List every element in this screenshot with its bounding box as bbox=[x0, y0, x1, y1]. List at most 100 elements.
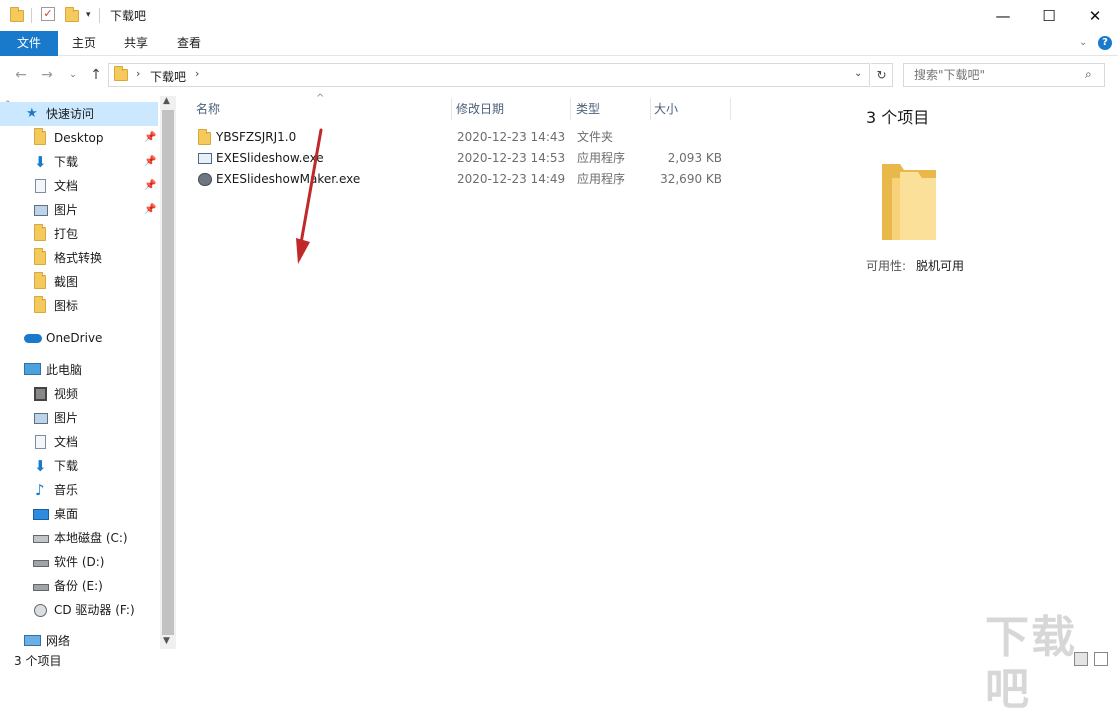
scroll-up-icon[interactable]: ▲ bbox=[163, 96, 170, 106]
properties-icon[interactable]: ✓ bbox=[41, 7, 55, 21]
folder-icon bbox=[34, 296, 48, 313]
ribbon-expand-icon[interactable]: ⌄ bbox=[1079, 37, 1087, 48]
file-date: 2020-12-23 14:49 bbox=[457, 172, 566, 186]
address-dropdown-icon[interactable]: ⌄ bbox=[854, 68, 862, 79]
refresh-button[interactable]: ↻ bbox=[871, 63, 893, 87]
file-row[interactable]: EXESlideshowMaker.exe 2020-12-23 14:49 应… bbox=[178, 169, 738, 190]
file-type: 应用程序 bbox=[577, 151, 626, 165]
window-title: 下载吧 bbox=[110, 9, 147, 23]
sidebar-item-drive-f[interactable]: CD 驱动器 (F:) bbox=[0, 598, 158, 622]
cloud-icon bbox=[24, 334, 42, 343]
music-note-icon: ♪ bbox=[35, 481, 45, 499]
annotation-arrow-icon bbox=[296, 128, 323, 264]
pin-icon: 📌 bbox=[144, 156, 157, 167]
sidebar-item-downloads[interactable]: ⬇ 下载 📌 bbox=[0, 150, 158, 174]
sidebar-item-label: 格式转换 bbox=[54, 251, 103, 265]
status-bar: 3 个项目 bbox=[0, 649, 1118, 671]
drive-icon bbox=[33, 584, 49, 591]
breadcrumb-chevron-icon[interactable]: › bbox=[136, 67, 140, 80]
breadcrumb-item[interactable]: 下载吧 bbox=[150, 68, 186, 85]
customize-toolbar-icon[interactable]: ▾ bbox=[86, 10, 91, 20]
help-icon[interactable]: ? bbox=[1098, 36, 1112, 50]
application-icon bbox=[198, 153, 212, 164]
sidebar-item-desktop[interactable]: Desktop 📌 bbox=[0, 126, 158, 150]
up-arrow-icon[interactable]: ↑ bbox=[87, 66, 105, 84]
picture-icon bbox=[34, 413, 48, 424]
sidebar-item-format-convert[interactable]: 格式转换 bbox=[0, 246, 158, 270]
recent-chevron-icon[interactable]: ⌄ bbox=[64, 66, 82, 84]
search-input[interactable] bbox=[912, 64, 1082, 86]
file-row[interactable]: YBSFZSJRJ1.0 2020-12-23 14:43 文件夹 bbox=[178, 127, 738, 148]
sidebar-item-label: CD 驱动器 (F:) bbox=[54, 603, 135, 617]
tab-share[interactable]: 共享 bbox=[114, 31, 158, 56]
sidebar-item-label: 打包 bbox=[54, 227, 79, 241]
file-row[interactable]: EXESlideshow.exe 2020-12-23 14:53 应用程序 2… bbox=[178, 148, 738, 169]
sidebar-item-drive-d[interactable]: 软件 (D:) bbox=[0, 550, 158, 574]
sidebar-item-label: 图片 bbox=[54, 411, 79, 425]
minimize-button[interactable]: — bbox=[980, 0, 1026, 31]
sidebar-item-network[interactable]: 网络 bbox=[0, 629, 158, 649]
file-type: 文件夹 bbox=[577, 130, 614, 144]
address-bar[interactable]: › 下载吧 › ⌄ bbox=[108, 63, 870, 87]
back-arrow-icon[interactable]: ← bbox=[12, 66, 30, 84]
pin-icon: 📌 bbox=[144, 132, 157, 143]
desktop-icon bbox=[33, 509, 49, 520]
sidebar-item-label: 桌面 bbox=[54, 507, 79, 521]
tab-view[interactable]: 查看 bbox=[167, 31, 211, 56]
network-icon bbox=[24, 635, 41, 646]
sidebar-item-onedrive[interactable]: OneDrive bbox=[0, 326, 158, 350]
divider bbox=[31, 8, 32, 23]
sidebar-item-icons[interactable]: 图标 bbox=[0, 294, 158, 318]
sidebar-item-quick-access[interactable]: ★ 快速访问 bbox=[0, 102, 158, 126]
sidebar-item-pack[interactable]: 打包 bbox=[0, 222, 158, 246]
tab-file[interactable]: 文件 bbox=[0, 31, 58, 56]
nav-scrollbar[interactable]: ▲ ▼ bbox=[160, 96, 176, 649]
search-box[interactable]: ⌕ bbox=[903, 63, 1105, 87]
column-header-date[interactable]: 修改日期 bbox=[438, 96, 570, 122]
scrollbar-thumb[interactable] bbox=[162, 110, 174, 635]
maximize-button[interactable]: ☐ bbox=[1026, 0, 1072, 31]
sidebar-item-desktop-pc[interactable]: 桌面 bbox=[0, 502, 158, 526]
column-header-size[interactable]: 大小 bbox=[636, 96, 726, 122]
sidebar-item-drive-c[interactable]: 本地磁盘 (C:) bbox=[0, 526, 158, 550]
sidebar-item-drive-e[interactable]: 备份 (E:) bbox=[0, 574, 158, 598]
scroll-down-icon[interactable]: ▼ bbox=[163, 636, 170, 646]
sidebar-item-pc-downloads[interactable]: ⬇ 下载 bbox=[0, 454, 158, 478]
sidebar-item-label: 图片 bbox=[54, 203, 79, 217]
sidebar-item-label: 音乐 bbox=[54, 483, 79, 497]
sidebar-item-label: Desktop bbox=[54, 131, 104, 145]
computer-icon bbox=[24, 363, 41, 375]
tab-home[interactable]: 主页 bbox=[62, 31, 106, 56]
sidebar-item-music[interactable]: ♪ 音乐 bbox=[0, 478, 158, 502]
download-arrow-icon: ⬇ bbox=[34, 457, 47, 475]
sidebar-item-label: 文档 bbox=[54, 179, 79, 193]
column-divider[interactable] bbox=[730, 98, 731, 120]
new-folder-icon[interactable] bbox=[65, 7, 79, 22]
sidebar-item-pc-documents[interactable]: 文档 bbox=[0, 430, 158, 454]
file-size: 2,093 KB bbox=[667, 151, 722, 165]
divider bbox=[99, 8, 100, 23]
sidebar-item-videos[interactable]: 视频 bbox=[0, 382, 158, 406]
search-icon[interactable]: ⌕ bbox=[1085, 67, 1092, 82]
pin-icon: 📌 bbox=[144, 204, 157, 215]
sidebar-item-label: 此电脑 bbox=[46, 363, 83, 377]
forward-arrow-icon[interactable]: → bbox=[38, 66, 56, 84]
sidebar-item-this-pc[interactable]: 此电脑 bbox=[0, 358, 158, 382]
close-button[interactable]: ✕ bbox=[1072, 0, 1118, 31]
status-item-count: 3 个项目 bbox=[14, 654, 62, 668]
column-header-type[interactable]: 类型 bbox=[558, 96, 648, 122]
sidebar-item-label: 文档 bbox=[54, 435, 79, 449]
sidebar-item-label: 截图 bbox=[54, 275, 79, 289]
item-count: 3 个项目 bbox=[866, 108, 930, 127]
star-icon: ★ bbox=[26, 106, 38, 121]
sidebar-item-pictures[interactable]: 图片 📌 bbox=[0, 198, 158, 222]
sidebar-item-screenshots[interactable]: 截图 bbox=[0, 270, 158, 294]
sidebar-item-label: 网络 bbox=[46, 634, 71, 648]
column-header-name[interactable]: 名称 bbox=[178, 96, 452, 122]
breadcrumb-chevron-icon[interactable]: › bbox=[195, 67, 199, 80]
sidebar-item-documents[interactable]: 文档 📌 bbox=[0, 174, 158, 198]
address-row: ← → ⌄ ↑ › 下载吧 › ⌄ ↻ ⌕ bbox=[0, 57, 1118, 93]
file-size: 32,690 KB bbox=[660, 172, 722, 186]
download-arrow-icon: ⬇ bbox=[34, 153, 47, 171]
sidebar-item-pc-pictures[interactable]: 图片 bbox=[0, 406, 158, 430]
